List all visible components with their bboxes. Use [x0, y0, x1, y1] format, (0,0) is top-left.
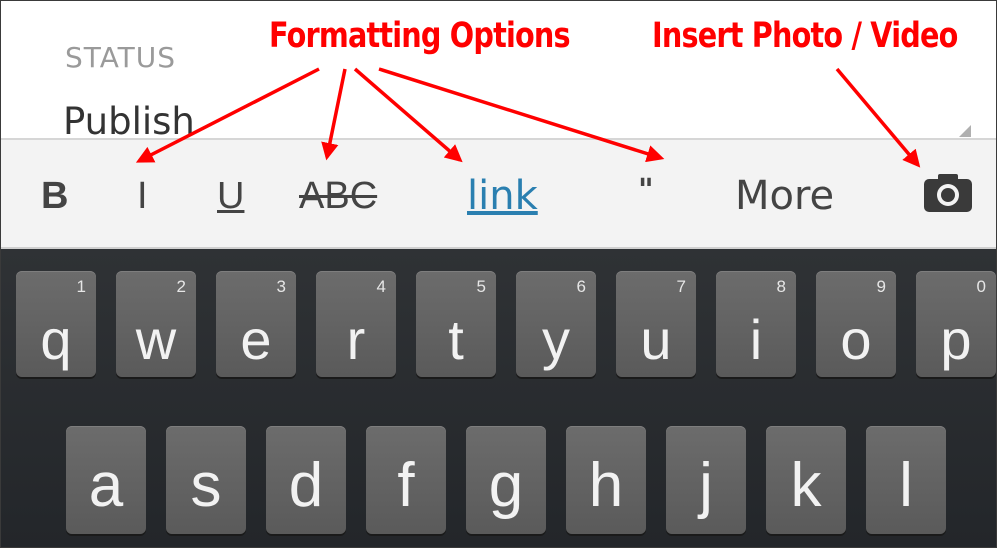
key-w[interactable]: 2w — [116, 271, 196, 377]
quote-button[interactable]: " — [638, 171, 654, 211]
key-label: h — [588, 451, 624, 520]
key-label: k — [790, 451, 822, 520]
annotation-formatting-options: Formatting Options — [269, 16, 571, 56]
status-label: STATUS — [65, 41, 177, 74]
key-label: e — [240, 308, 272, 371]
key-d[interactable]: d — [266, 426, 346, 534]
key-label: a — [88, 451, 124, 520]
key-label: r — [346, 308, 366, 371]
key-hint: 6 — [576, 277, 586, 296]
key-g[interactable]: g — [466, 426, 546, 534]
key-label: o — [840, 308, 872, 371]
more-button[interactable]: More — [735, 176, 834, 216]
key-o[interactable]: 9o — [816, 271, 896, 377]
key-label: i — [749, 308, 763, 371]
link-button[interactable]: link — [467, 176, 538, 216]
key-y[interactable]: 6y — [516, 271, 596, 377]
editor-screen: STATUS Publish B I U ABC link " More 1q2… — [0, 0, 997, 548]
key-label: l — [899, 451, 913, 520]
key-label: w — [135, 308, 177, 371]
key-l[interactable]: l — [866, 426, 946, 534]
key-u[interactable]: 7u — [616, 271, 696, 377]
key-h[interactable]: h — [566, 426, 646, 534]
key-hint: 8 — [776, 277, 786, 296]
dropdown-caret-icon[interactable] — [959, 125, 971, 137]
key-hint: 5 — [476, 277, 486, 296]
key-label: s — [190, 451, 222, 520]
key-a[interactable]: a — [66, 426, 146, 534]
key-hint: 7 — [676, 277, 686, 296]
key-label: y — [542, 308, 570, 371]
key-hint: 0 — [976, 277, 986, 296]
key-label: g — [488, 451, 524, 520]
key-label: j — [699, 451, 713, 520]
key-hint: 4 — [376, 277, 386, 296]
key-k[interactable]: k — [766, 426, 846, 534]
underline-button[interactable]: U — [217, 176, 244, 216]
key-t[interactable]: 5t — [416, 271, 496, 377]
key-e[interactable]: 3e — [216, 271, 296, 377]
key-q[interactable]: 1q — [16, 271, 96, 377]
strikethrough-button[interactable]: ABC — [299, 176, 377, 216]
key-label: u — [640, 308, 672, 371]
italic-button[interactable]: I — [137, 176, 148, 216]
key-hint: 1 — [76, 277, 86, 296]
key-hint: 9 — [876, 277, 886, 296]
bold-button[interactable]: B — [41, 176, 68, 216]
camera-icon[interactable] — [923, 173, 973, 213]
key-label: f — [397, 451, 415, 520]
key-f[interactable]: f — [366, 426, 446, 534]
key-s[interactable]: s — [166, 426, 246, 534]
annotation-insert-photo-video: Insert Photo / Video — [652, 16, 958, 56]
key-j[interactable]: j — [666, 426, 746, 534]
status-select[interactable]: Publish — [63, 100, 195, 143]
key-label: p — [940, 308, 972, 371]
key-label: d — [288, 451, 324, 520]
key-hint: 3 — [276, 277, 286, 296]
key-i[interactable]: 8i — [716, 271, 796, 377]
key-label: q — [40, 308, 72, 371]
key-r[interactable]: 4r — [316, 271, 396, 377]
key-label: t — [448, 308, 464, 371]
key-p[interactable]: 0p — [916, 271, 996, 377]
key-hint: 2 — [176, 277, 186, 296]
